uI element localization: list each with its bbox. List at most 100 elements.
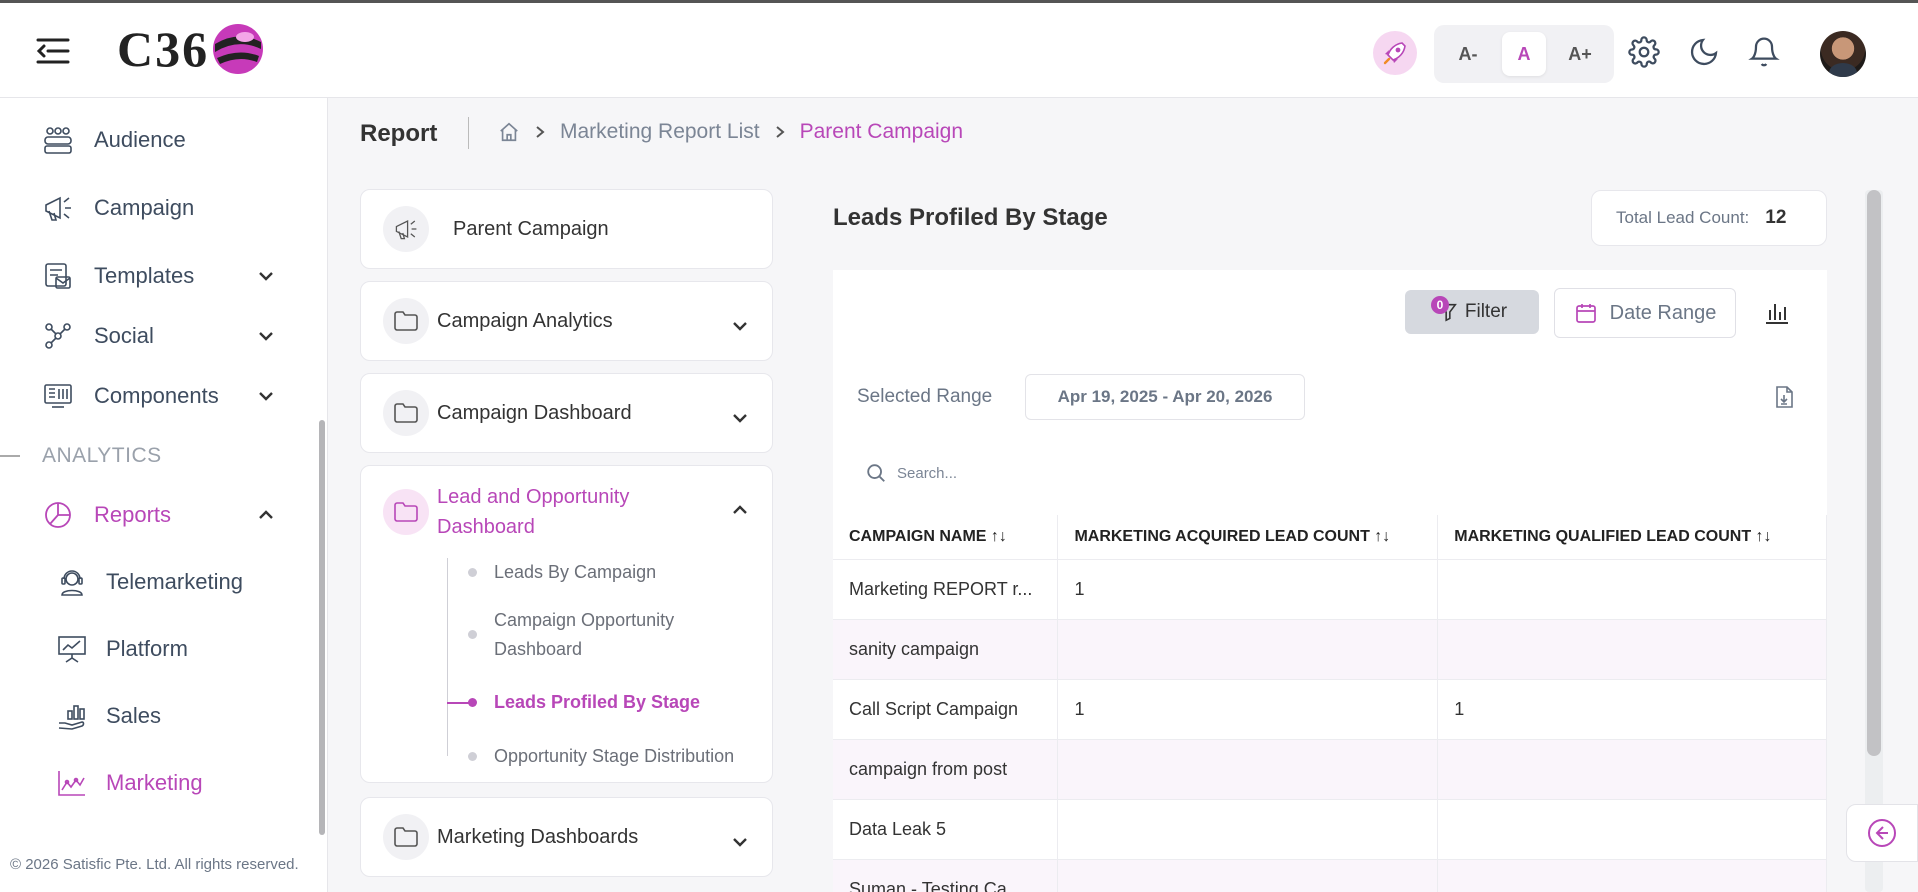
tree-item-leads-profiled-by-stage[interactable]: Leads Profiled By Stage (361, 688, 772, 742)
column-header-mal-count[interactable]: MARKETING ACQUIRED LEAD COUNT ↑↓ (1057, 515, 1439, 559)
sidebar-item-marketing[interactable]: Marketing (56, 759, 296, 807)
search-input[interactable] (897, 464, 1197, 482)
nav-card-campaign-dashboard[interactable]: Campaign Dashboard (360, 373, 773, 453)
cell-mql-count: 1 (1437, 678, 1827, 739)
nav-card-parent-campaign[interactable]: Parent Campaign (360, 189, 773, 269)
date-range-button[interactable]: Date Range (1554, 288, 1736, 338)
content-scrollbar-thumb[interactable] (1867, 190, 1881, 756)
chevron-down-icon (733, 414, 747, 423)
breadcrumb-marketing-report-list[interactable]: Marketing Report List (560, 120, 760, 144)
bell-icon[interactable] (1748, 36, 1780, 68)
filter-label: Filter (1464, 301, 1508, 322)
audience-icon (40, 122, 76, 158)
sidebar-item-components[interactable]: Components (40, 372, 290, 420)
cell-mql-count (1437, 858, 1827, 892)
download-file-icon[interactable] (1773, 385, 1795, 409)
line-chart-icon (56, 768, 88, 798)
card-title: Campaign Dashboard (437, 401, 632, 424)
menu-collapse-icon[interactable] (36, 36, 70, 66)
nav-card-marketing-dashboards[interactable]: Marketing Dashboards (360, 797, 773, 877)
tree-item-campaign-opportunity-dashboard[interactable]: Campaign Opportunity Dashboard (361, 606, 771, 688)
sidebar: Audience Campaign Templates Social Compo… (0, 98, 328, 892)
card-title: Campaign Analytics (437, 309, 613, 332)
sidebar-item-telemarketing[interactable]: Telemarketing (56, 558, 296, 606)
cell-mal-count: 1 (1057, 558, 1439, 619)
breadcrumb: Marketing Report List Parent Campaign (498, 120, 963, 144)
cell-mql-count (1437, 798, 1827, 859)
cell-mql-count (1437, 738, 1827, 799)
dark-mode-icon[interactable] (1688, 36, 1720, 68)
chevron-down-icon (733, 322, 747, 331)
filter-count-badge: 0 (1431, 296, 1449, 314)
font-increase-button[interactable]: A+ (1558, 32, 1602, 76)
sidebar-item-social[interactable]: Social (40, 312, 290, 360)
table-row[interactable]: Data Leak 5 (833, 798, 1827, 859)
column-header-mql-count[interactable]: MARKETING QUALIFIED LEAD COUNT ↑↓ (1437, 515, 1827, 559)
social-icon (40, 318, 76, 354)
sidebar-item-label: Social (94, 323, 154, 348)
pie-chart-icon (40, 497, 76, 533)
chevron-right-icon (534, 125, 546, 139)
sidebar-item-label: Components (94, 383, 219, 408)
tree-item-leads-by-campaign[interactable]: Leads By Campaign (361, 558, 772, 606)
nav-card-lead-opportunity: Lead and Opportunity Dashboard Leads By … (360, 465, 773, 783)
lead-opportunity-tree: Leads By Campaign Campaign Opportunity D… (361, 558, 772, 790)
font-normal-button[interactable]: A (1502, 32, 1546, 76)
filter-button[interactable]: 0 Filter (1405, 290, 1539, 334)
sidebar-item-reports[interactable]: Reports (40, 491, 290, 539)
table-row[interactable]: Call Script Campaign 1 1 (833, 678, 1827, 739)
user-avatar[interactable] (1820, 31, 1866, 77)
cell-campaign-name: Call Script Campaign (833, 678, 1059, 739)
total-lead-count-label: Total Lead Count: (1616, 208, 1750, 227)
sidebar-item-campaign[interactable]: Campaign (40, 184, 290, 232)
brand-logo[interactable]: C36 (117, 19, 265, 79)
sidebar-item-label: Campaign (94, 195, 195, 220)
cell-mal-count (1057, 738, 1439, 799)
chevron-down-icon (259, 332, 273, 341)
page-title: Report (360, 120, 438, 147)
cell-campaign-name: Data Leak 5 (833, 798, 1059, 859)
lead-opportunity-header[interactable]: Lead and Opportunity Dashboard (361, 466, 772, 558)
cell-mal-count (1057, 618, 1439, 679)
rocket-icon[interactable] (1373, 31, 1417, 75)
calendar-icon (1575, 304, 1596, 323)
sidebar-item-label: Marketing (106, 770, 203, 795)
cell-mql-count (1437, 558, 1827, 619)
tree-item-opportunity-stage-distribution[interactable]: Opportunity Stage Distribution (361, 742, 772, 782)
cell-campaign-name: campaign from post (833, 738, 1059, 799)
chevron-down-icon (259, 392, 273, 401)
selected-range-label: Selected Range (857, 386, 993, 407)
sidebar-scrollbar[interactable] (319, 420, 325, 835)
report-title: Leads Profiled By Stage (833, 204, 1108, 231)
sidebar-item-audience[interactable]: Audience (40, 116, 290, 164)
table-row[interactable]: sanity campaign (833, 618, 1827, 679)
top-bar: C36 A- A A+ (0, 0, 1918, 98)
sidebar-item-platform[interactable]: Platform (56, 625, 296, 673)
column-header-campaign-name[interactable]: CAMPAIGN NAME ↑↓ (833, 515, 1059, 559)
logo-globe-icon (213, 24, 264, 74)
megaphone-icon (383, 206, 429, 252)
table-row[interactable]: Marketing REPORT r... 1 (833, 558, 1827, 619)
chevron-down-icon (259, 272, 273, 281)
bar-chart-icon[interactable] (1763, 298, 1791, 326)
table-row[interactable]: Suman - Testing Ca... (833, 858, 1827, 892)
sidebar-item-label: Sales (106, 703, 162, 728)
cell-campaign-name: sanity campaign (833, 618, 1059, 679)
chevron-up-icon (733, 505, 747, 514)
home-icon[interactable] (498, 121, 520, 143)
font-decrease-button[interactable]: A- (1446, 32, 1490, 76)
template-icon (40, 258, 76, 294)
gear-icon[interactable] (1628, 36, 1660, 68)
breadcrumb-parent-campaign[interactable]: Parent Campaign (800, 120, 963, 144)
folder-icon (383, 814, 429, 860)
sidebar-item-sales[interactable]: Sales (56, 692, 296, 740)
cell-mal-count (1057, 858, 1439, 892)
table-row[interactable]: campaign from post (833, 738, 1827, 799)
chevron-up-icon (259, 510, 273, 519)
nav-card-campaign-analytics[interactable]: Campaign Analytics (360, 281, 773, 361)
card-title: Lead and Opportunity Dashboard (437, 486, 630, 538)
sidebar-item-templates[interactable]: Templates (40, 252, 290, 300)
total-lead-count-value: 12 (1765, 207, 1787, 228)
arrow-left-circle-icon[interactable] (1846, 804, 1918, 862)
logo-text: C36 (117, 21, 210, 77)
